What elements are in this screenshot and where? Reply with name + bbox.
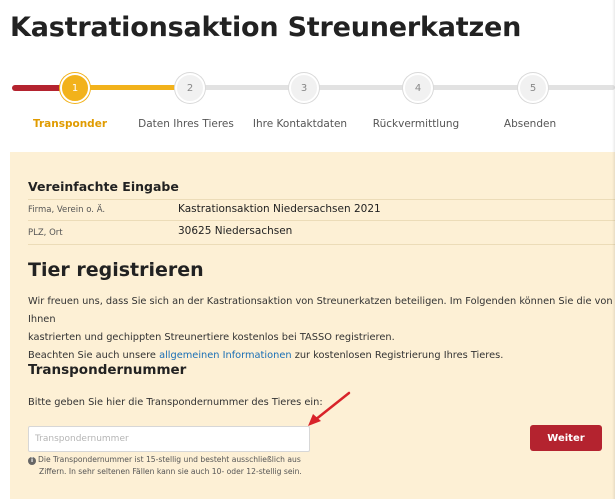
simplified-entry-title: Vereinfachte Eingabe: [28, 179, 179, 194]
zip-city-label: PLZ, Ort: [28, 228, 63, 238]
intro-text: Wir freuen uns, dass Sie sich an der Kas…: [28, 293, 615, 365]
hint-line-1: Die Transpondernummer ist 15-stellig und…: [38, 455, 301, 464]
transponder-hint: i Die Transpondernummer ist 15-stellig un…: [28, 454, 318, 477]
register-title: Tier registrieren: [28, 259, 204, 281]
intro-line-3-post: zur kostenlosen Registrierung Ihres Tier…: [294, 350, 504, 361]
transponder-title: Transpondernummer: [28, 362, 187, 378]
org-value: Kastrationsaktion Niedersachsen 2021: [178, 203, 381, 215]
zip-city-value: 30625 Niedersachsen: [178, 225, 293, 237]
intro-line-3-pre: Beachten Sie auch unsere: [28, 350, 156, 361]
step-5-label[interactable]: Absenden: [504, 118, 556, 130]
red-arrow-icon: [308, 391, 351, 426]
info-icon: i: [28, 457, 36, 465]
step-5-circle[interactable]: 5: [518, 73, 548, 103]
step-4-label[interactable]: Rückvermittlung: [373, 118, 459, 130]
org-label: Firma, Verein o. Ä.: [28, 205, 106, 215]
progress-stepper: 1 2 3 4 5 Transponder Daten Ihres Tieres…: [0, 70, 615, 140]
step-1-label[interactable]: Transponder: [33, 118, 107, 130]
step-3-label[interactable]: Ihre Kontaktdaten: [253, 118, 347, 130]
stepper-track-remaining: [178, 85, 615, 90]
page-title: Kastrationsaktion Streunerkatzen: [10, 12, 522, 43]
divider: [28, 220, 615, 221]
step-1-circle[interactable]: 1: [60, 73, 90, 103]
step-2-circle[interactable]: 2: [175, 73, 205, 103]
step-4-circle[interactable]: 4: [403, 73, 433, 103]
step-3-circle[interactable]: 3: [289, 73, 319, 103]
form-panel: Vereinfachte Eingabe Firma, Verein o. Ä.…: [10, 152, 615, 499]
intro-line-1: Wir freuen uns, dass Sie sich an der Kas…: [28, 296, 613, 325]
next-button[interactable]: Weiter: [530, 425, 602, 451]
divider: [28, 199, 615, 200]
intro-line-2: kastrierten und gechippten Streunertiere…: [28, 332, 395, 343]
step-2-label[interactable]: Daten Ihres Tieres: [138, 118, 234, 130]
divider: [28, 244, 615, 245]
transponder-prompt: Bitte geben Sie hier die Transpondernumm…: [28, 397, 323, 408]
transponder-input[interactable]: [28, 426, 310, 452]
hint-line-2: Ziffern. In sehr seltenen Fällen kann si…: [39, 466, 302, 476]
general-info-link[interactable]: allgemeinen Informationen: [159, 350, 292, 361]
